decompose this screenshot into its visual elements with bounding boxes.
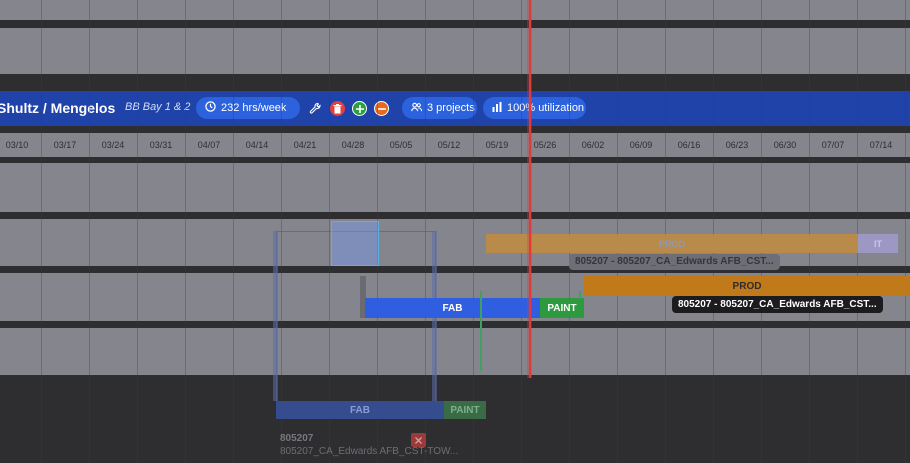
add-button[interactable]	[352, 101, 367, 116]
date-label: 03/17	[53, 140, 77, 150]
lane-top-2	[0, 28, 910, 74]
minus-icon	[377, 107, 386, 110]
drag-preview-fab-label: FAB	[350, 404, 370, 416]
date-label: 04/28	[341, 140, 365, 150]
remove-button[interactable]	[374, 101, 389, 116]
it-bar-ghost[interactable]: IT	[858, 234, 898, 253]
fab-bar[interactable]: FAB	[365, 298, 540, 318]
drag-preview-number: 805207	[280, 433, 314, 444]
paint-bar[interactable]: PAINT	[540, 298, 584, 318]
wrench-icon[interactable]	[308, 101, 323, 116]
bar-chart-icon	[492, 101, 502, 115]
utilization-label: 100% utilization	[507, 102, 585, 114]
date-label: 07/14	[869, 140, 893, 150]
resource-location: BB Bay 1 & 2	[125, 101, 191, 113]
date-label: 04/21	[293, 140, 317, 150]
clock-icon	[205, 101, 216, 115]
timeline-dates: 03/10 03/17 03/24 03/31 04/07 04/14 04/21 04/28…	[0, 133, 910, 157]
lane-4	[0, 328, 910, 375]
date-label: 06/02	[581, 140, 605, 150]
hours-pill[interactable]: 232 hrs/week	[196, 97, 300, 119]
paint-marker-right	[579, 291, 581, 299]
drag-ghost-left-edge	[273, 231, 278, 401]
plus-icon	[355, 104, 364, 113]
lane-1	[0, 163, 910, 212]
drag-preview-fab: FAB	[276, 401, 444, 419]
date-label: 04/14	[245, 140, 269, 150]
paint-marker-left	[480, 291, 482, 371]
drag-preview-name: 805207_CA_Edwards AFB_CST-TOW...	[280, 446, 459, 457]
date-label: 06/09	[629, 140, 653, 150]
paint-label: PAINT	[547, 302, 577, 314]
delete-button[interactable]	[330, 101, 345, 116]
project-tooltip-ghost: 805207 - 805207_CA_Edwards AFB_CST...	[569, 254, 780, 270]
utilization-pill[interactable]: 100% utilization	[483, 97, 586, 119]
project-tooltip: 805207 - 805207_CA_Edwards AFB_CST...	[672, 296, 883, 313]
it-ghost-label: IT	[874, 238, 882, 249]
trash-icon	[333, 103, 342, 113]
drop-target-highlight	[331, 221, 379, 266]
drag-preview-paint: PAINT	[444, 401, 486, 419]
users-icon	[411, 102, 423, 115]
ghost-tooltip-text: 805207 - 805207_CA_Edwards AFB_CST...	[575, 256, 774, 267]
date-label: 05/19	[485, 140, 509, 150]
prod-bar[interactable]: PROD	[584, 276, 910, 296]
fab-label: FAB	[442, 302, 463, 314]
resource-header: Shultz / Mengelos BB Bay 1 & 2 232 hrs/w…	[0, 91, 910, 126]
lane-top-1	[0, 0, 910, 20]
date-label: 03/31	[149, 140, 173, 150]
today-line-core	[529, 0, 531, 378]
prod-bar-ghost[interactable]: PROD	[486, 234, 858, 253]
date-label: 05/12	[437, 140, 461, 150]
resource-name: Shultz / Mengelos	[0, 100, 116, 116]
date-label: 06/30	[773, 140, 797, 150]
close-icon[interactable]	[411, 433, 426, 447]
hours-label: 232 hrs/week	[221, 102, 287, 114]
date-label: 06/16	[677, 140, 701, 150]
drag-preview-paint-label: PAINT	[450, 404, 480, 416]
prod-label: PROD	[732, 280, 762, 292]
prod-ghost-label: PROD	[658, 238, 685, 249]
date-label: 03/24	[101, 140, 125, 150]
date-label: 03/10	[5, 140, 29, 150]
projects-label: 3 projects	[427, 102, 475, 114]
date-label: 07/07	[821, 140, 845, 150]
date-label: 04/07	[197, 140, 221, 150]
date-label: 05/05	[389, 140, 413, 150]
projects-pill[interactable]: 3 projects	[402, 97, 477, 119]
tooltip-text: 805207 - 805207_CA_Edwards AFB_CST...	[678, 299, 877, 310]
date-label: 06/23	[725, 140, 749, 150]
